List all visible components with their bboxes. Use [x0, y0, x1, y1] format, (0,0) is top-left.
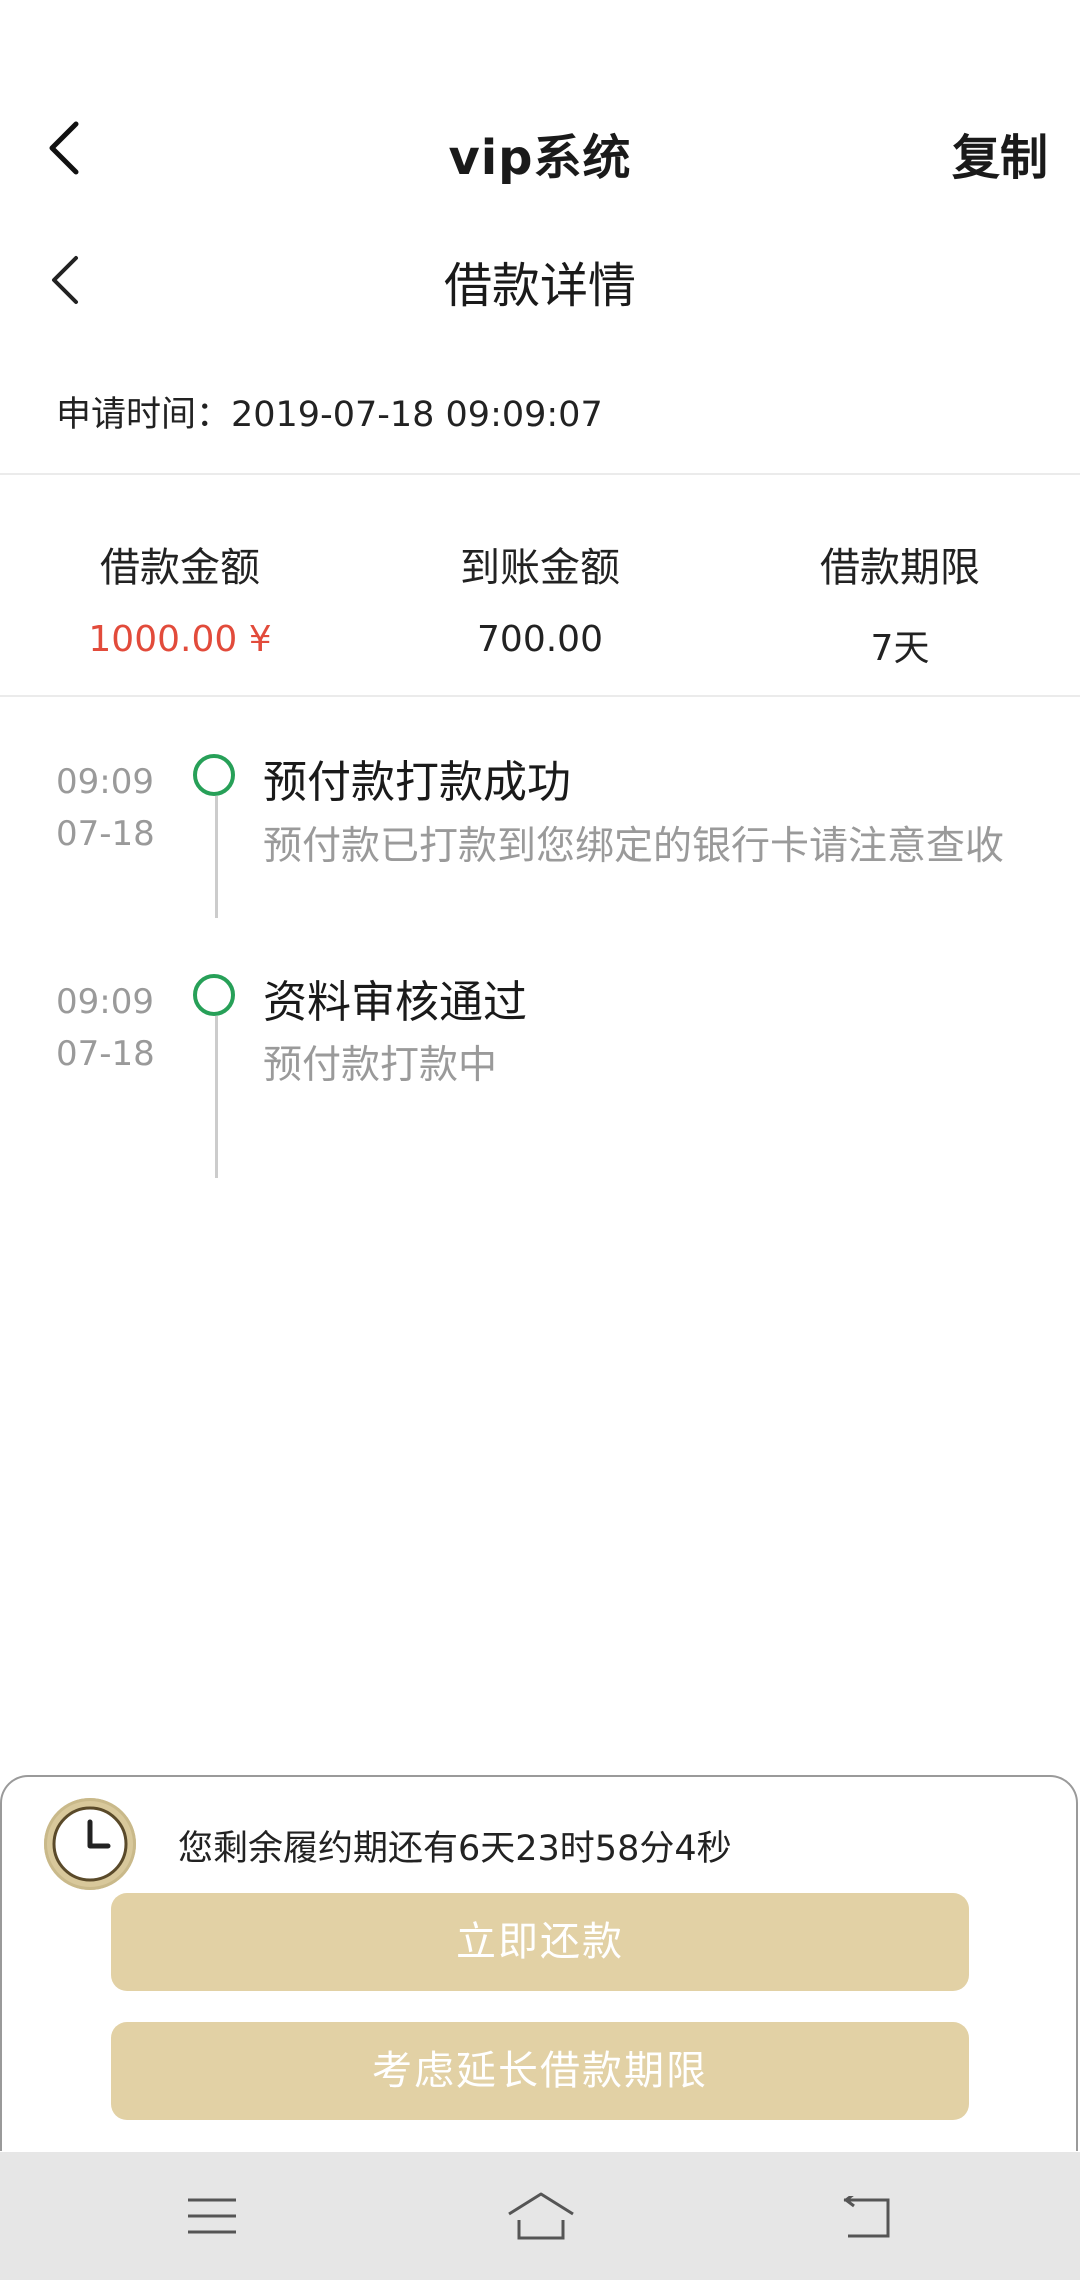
timeline-date: 07-18 — [56, 1034, 155, 1074]
stat-loan-term: 借款期限 7天 — [720, 535, 1080, 671]
app-title: vip系统 — [448, 130, 632, 186]
extend-term-button[interactable]: 考虑延长借款期限 — [111, 2022, 969, 2120]
stat-label: 借款金额 — [100, 545, 260, 591]
divider — [0, 695, 1080, 697]
page-title: 借款详情 — [443, 258, 636, 314]
stat-value: 1000.00 ¥ — [88, 619, 272, 660]
repay-now-button[interactable]: 立即还款 — [111, 1893, 969, 1991]
timeline-desc: 预付款已打款到您绑定的银行卡请注意查收 — [263, 824, 1005, 869]
stat-value: 7天 — [870, 628, 930, 669]
timeline-dot — [193, 974, 235, 1016]
stat-label: 到账金额 — [460, 545, 620, 591]
timeline-time: 09:09 — [56, 762, 154, 802]
stat-label: 借款期限 — [820, 545, 980, 591]
timeline-line — [215, 1016, 218, 1178]
timeline-title: 预付款打款成功 — [263, 757, 571, 808]
home-icon[interactable] — [505, 2190, 577, 2242]
timeline-date: 07-18 — [56, 814, 155, 854]
apply-time: 申请时间：2019-07-18 09:09:07 — [56, 395, 603, 435]
copy-button[interactable]: 复制 — [952, 118, 1048, 188]
countdown-text: 您剩余履约期还有6天23时58分4秒 — [178, 1829, 732, 1869]
clock-icon — [44, 1798, 136, 1890]
timeline-title: 资料审核通过 — [263, 977, 527, 1028]
timeline-desc: 预付款打款中 — [263, 1043, 498, 1088]
stat-loan-amount: 借款金额 1000.00 ¥ — [0, 535, 360, 660]
timeline-time: 09:09 — [56, 982, 154, 1022]
timeline-dot — [193, 754, 235, 796]
menu-icon[interactable] — [186, 2196, 238, 2236]
divider — [0, 473, 1080, 475]
return-icon[interactable] — [842, 2192, 896, 2240]
stat-value: 700.00 — [477, 619, 603, 660]
timeline-line — [215, 796, 218, 918]
stat-received-amount: 到账金额 700.00 — [360, 535, 720, 660]
